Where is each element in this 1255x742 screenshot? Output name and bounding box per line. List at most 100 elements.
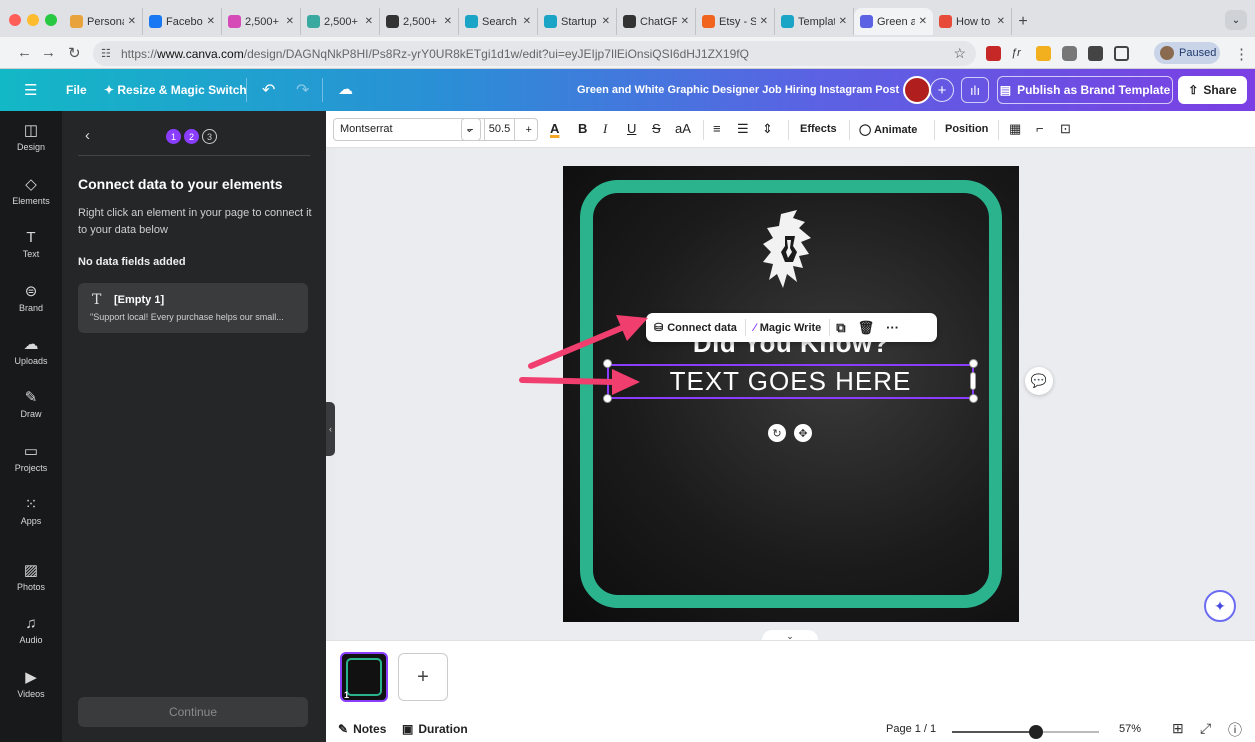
insights-icon[interactable]: ılı: [961, 77, 989, 103]
redo-icon[interactable]: ↷: [296, 80, 309, 100]
rail-item-apps[interactable]: ⁙ Apps: [0, 495, 62, 539]
extension-icon[interactable]: [1036, 46, 1051, 61]
zoom-slider[interactable]: [952, 725, 1099, 739]
selected-text-element[interactable]: TEXT GOES HERE: [607, 366, 974, 397]
share-button[interactable]: ⇧ Share: [1178, 76, 1247, 104]
cloud-saved-icon[interactable]: ☁: [338, 80, 353, 98]
duration-button[interactable]: ▣ Duration: [402, 722, 468, 736]
browser-tab[interactable]: Etsy - Sh ✕: [696, 8, 775, 35]
connect-data-button[interactable]: ⛁ Connect data: [646, 321, 745, 335]
magic-assistant-icon[interactable]: ✦: [1204, 590, 1236, 622]
trash-icon[interactable]: 🗑: [852, 320, 881, 336]
browser-tab[interactable]: 2,500+ ✕: [222, 8, 301, 35]
rail-item-draw[interactable]: ✎ Draw: [0, 388, 62, 432]
resize-handle[interactable]: [603, 359, 612, 368]
add-comment-icon[interactable]: 💬: [1025, 367, 1053, 395]
browser-tab[interactable]: 2,500+ ✕: [380, 8, 459, 35]
rail-item-elements[interactable]: ◇ Elements: [0, 175, 62, 219]
bold-icon[interactable]: B: [578, 121, 587, 136]
extension-icon[interactable]: [1088, 46, 1103, 61]
continue-button[interactable]: Continue: [78, 697, 308, 727]
puzzle-extensions-icon[interactable]: [1114, 46, 1129, 61]
increase-size-button[interactable]: +: [525, 124, 531, 136]
browser-tab[interactable]: Personal ✕: [64, 8, 143, 35]
close-tab-icon[interactable]: ✕: [839, 16, 847, 27]
rail-item-uploads[interactable]: ☁ Uploads: [0, 335, 62, 379]
rail-item-videos[interactable]: ▶ Videos: [0, 668, 62, 712]
rotate-icon[interactable]: ↻: [768, 424, 786, 442]
resize-button[interactable]: ✦ Resize & Magic Switch: [104, 83, 247, 97]
animate-button[interactable]: ◯ Animate: [859, 123, 917, 136]
browser-tab[interactable]: Startup ✕: [538, 8, 617, 35]
duplicate-icon[interactable]: ⧉: [830, 320, 851, 336]
close-tab-icon[interactable]: ✕: [286, 16, 294, 27]
close-tab-icon[interactable]: ✕: [365, 16, 373, 27]
camera-extension-icon[interactable]: [1062, 46, 1077, 61]
rail-item-photos[interactable]: ▨ Photos: [0, 561, 62, 605]
reload-icon[interactable]: ↻: [68, 44, 81, 62]
fullscreen-icon[interactable]: ⤢: [1200, 720, 1211, 737]
menu-icon[interactable]: ☰: [24, 81, 37, 99]
url-text[interactable]: https://www.canva.com/design/DAGNqNkP8HI…: [121, 47, 749, 61]
rail-item-brand[interactable]: ⊜ Brand: [0, 282, 62, 326]
more-options-icon[interactable]: ···: [880, 320, 905, 335]
extension-icon[interactable]: [986, 46, 1001, 61]
paint-roller-icon[interactable]: ⌐: [1036, 121, 1044, 136]
publish-brand-template-button[interactable]: ▤ Publish as Brand Template: [997, 76, 1173, 104]
add-page-button[interactable]: +: [398, 653, 448, 701]
font-selector[interactable]: Montserrat ⌄: [333, 118, 481, 141]
back-chevron-icon[interactable]: ‹: [85, 127, 90, 144]
back-arrow-icon[interactable]: ←: [17, 44, 32, 61]
browser-tab[interactable]: Faceboo ✕: [143, 8, 222, 35]
underline-icon[interactable]: U: [627, 121, 636, 136]
page-indicator[interactable]: Page 1 / 1: [886, 723, 936, 735]
side-resize-handle[interactable]: [970, 372, 976, 390]
close-tab-icon[interactable]: ✕: [128, 16, 136, 27]
new-tab-button[interactable]: +: [1012, 8, 1034, 35]
close-tab-icon[interactable]: ✕: [444, 16, 452, 27]
page-thumbnail[interactable]: 1: [340, 652, 388, 702]
document-title[interactable]: Green and White Graphic Designer Job Hir…: [577, 84, 899, 96]
magic-write-button[interactable]: ⁄ Magic Write: [746, 322, 829, 334]
rail-item-audio[interactable]: ♫ Audio: [0, 614, 62, 658]
rail-item-text[interactable]: T Text: [0, 228, 62, 272]
italic-icon[interactable]: I: [603, 121, 607, 137]
rail-item-projects[interactable]: ▭ Projects: [0, 442, 62, 486]
effects-button[interactable]: Effects: [800, 123, 837, 135]
bookmark-star-icon[interactable]: ☆: [953, 45, 966, 62]
browser-tab[interactable]: How to U ✕: [933, 8, 1012, 35]
resize-handle[interactable]: [603, 394, 612, 403]
close-tab-icon[interactable]: ✕: [681, 16, 689, 27]
move-icon[interactable]: ✥: [794, 424, 812, 442]
close-tab-icon[interactable]: ✕: [919, 16, 927, 27]
browser-tab[interactable]: Green an ✕: [854, 8, 933, 35]
close-tab-icon[interactable]: ✕: [207, 16, 215, 27]
grid-view-icon[interactable]: ⊞: [1172, 720, 1184, 737]
site-info-icon[interactable]: ☷: [101, 47, 111, 60]
strikethrough-icon[interactable]: S: [652, 121, 661, 136]
help-icon[interactable]: ⓘ: [1228, 720, 1242, 740]
collaborator-avatar[interactable]: [903, 76, 931, 104]
forward-arrow-icon[interactable]: →: [41, 44, 56, 61]
browser-tab[interactable]: Template ✕: [775, 8, 854, 35]
collapse-panel-handle[interactable]: ‹: [326, 402, 335, 456]
browser-tab[interactable]: 2,500+ ✕: [301, 8, 380, 35]
browser-tab[interactable]: ChatGPT ✕: [617, 8, 696, 35]
lock-icon[interactable]: ⊡: [1060, 121, 1071, 137]
undo-icon[interactable]: ↶: [262, 80, 275, 100]
decrease-size-button[interactable]: −: [467, 124, 473, 136]
close-window-button[interactable]: [9, 14, 21, 26]
close-tab-icon[interactable]: ✕: [760, 16, 768, 27]
add-collaborator-button[interactable]: +: [930, 78, 954, 102]
notes-button[interactable]: ✎ Notes: [338, 722, 386, 736]
line-spacing-icon[interactable]: ⇕: [762, 121, 773, 137]
browser-tab[interactable]: Search ✕: [459, 8, 538, 35]
close-tab-icon[interactable]: ✕: [523, 16, 531, 27]
lion-logo-icon[interactable]: [759, 208, 819, 292]
close-tab-icon[interactable]: ✕: [997, 16, 1005, 27]
position-button[interactable]: Position: [945, 123, 988, 135]
align-center-icon[interactable]: ≡: [713, 121, 721, 136]
address-bar[interactable]: ☷ https://www.canva.com/design/DAGNqNkP8…: [93, 41, 976, 66]
maximize-window-button[interactable]: [45, 14, 57, 26]
close-tab-icon[interactable]: ✕: [602, 16, 610, 27]
